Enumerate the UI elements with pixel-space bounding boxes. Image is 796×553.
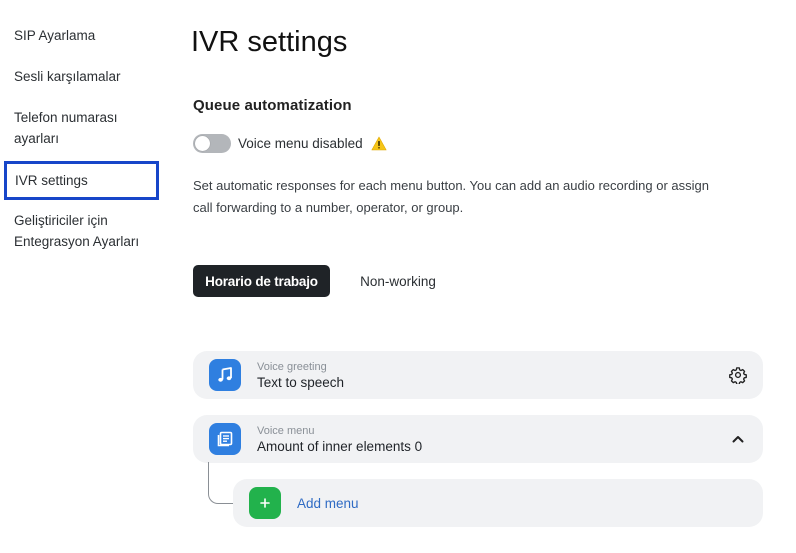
sidebar-item-label: ayarları [14, 131, 60, 146]
toggle-knob [195, 136, 210, 151]
sidebar: SIP Ayarlama Sesli karşılamalar Telefon … [0, 0, 170, 553]
sidebar-item-sip-setup[interactable]: SIP Ayarlama [4, 25, 156, 46]
tree-connector [208, 462, 234, 504]
ivr-description: Set automatic responses for each menu bu… [193, 178, 710, 215]
sidebar-item-developer-integration[interactable]: Geliştiriciler için Entegrasyon Ayarları [4, 210, 156, 252]
voice-menu-text: Voice menu Amount of inner elements 0 [257, 424, 422, 455]
card-value: Text to speech [257, 374, 345, 390]
page-title: IVR settings [191, 26, 348, 58]
sidebar-item-ivr-settings[interactable]: IVR settings [4, 161, 159, 200]
sidebar-item-label: Sesli karşılamalar [14, 69, 121, 84]
add-menu-button[interactable]: Add menu [297, 496, 359, 511]
sidebar-item-label: SIP Ayarlama [14, 28, 96, 43]
voice-menu-toggle[interactable] [193, 134, 231, 153]
gear-icon[interactable] [727, 364, 749, 386]
ivr-settings-page: SIP Ayarlama Sesli karşılamalar Telefon … [0, 0, 796, 553]
sidebar-item-label: Entegrasyon Ayarları [14, 234, 140, 249]
music-note-icon [209, 359, 241, 391]
list-document-icon [209, 423, 241, 455]
sidebar-item-label: Geliştiriciler için [14, 213, 108, 228]
voice-menu-toggle-row: Voice menu disabled [193, 134, 387, 153]
sidebar-item-voice-greetings[interactable]: Sesli karşılamalar [4, 66, 156, 87]
add-menu-card[interactable]: Add menu [233, 479, 763, 527]
voice-greeting-text: Voice greeting Text to speech [257, 360, 344, 391]
voice-menu-card[interactable]: Voice menu Amount of inner elements 0 [193, 415, 763, 463]
sidebar-item-phone-number-settings[interactable]: Telefon numarası ayarları [4, 107, 156, 149]
card-subtitle: Voice greeting [257, 360, 327, 373]
tab-working-hours[interactable]: Horario de trabajo [193, 265, 330, 297]
card-subtitle: Voice menu [257, 424, 315, 437]
chevron-up-icon[interactable] [727, 428, 749, 450]
warning-triangle-icon [371, 136, 387, 151]
plus-icon [249, 487, 281, 519]
sidebar-item-label: Telefon numarası [14, 110, 118, 125]
sidebar-item-label: IVR settings [15, 173, 88, 188]
voice-menu-toggle-label: Voice menu disabled [238, 136, 363, 151]
card-value: Amount of inner elements 0 [257, 438, 423, 454]
tab-non-working[interactable]: Non-working [346, 265, 450, 297]
voice-greeting-card[interactable]: Voice greeting Text to speech [193, 351, 763, 399]
section-title: Queue automatization [193, 97, 352, 114]
